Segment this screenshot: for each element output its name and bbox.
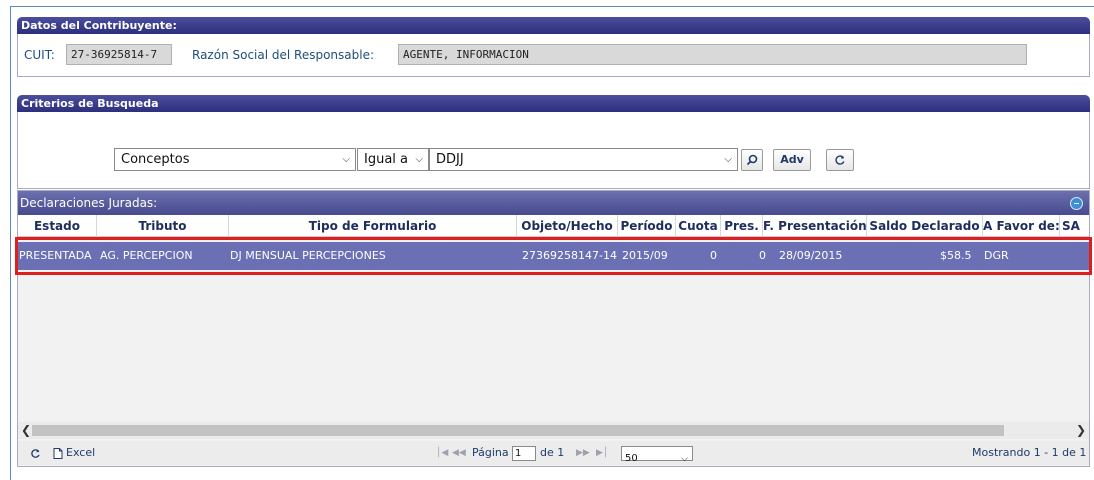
razon-social-field: AGENTE, INFORMACION [398,44,1027,65]
search-button[interactable] [741,149,763,171]
operator-select[interactable]: Igual a ⌵ [357,148,429,171]
excel-icon [53,448,63,459]
col-estado[interactable]: Estado [18,215,97,237]
scroll-right-icon[interactable]: ❯ [1076,422,1086,439]
cuit-field: 27-36925814-7 [66,44,172,65]
cell-periodo: 2015/09 [622,249,668,262]
records-summary: Mostrando 1 - 1 de 1 [972,446,1087,459]
cell-objeto: 27369258147-14 [522,249,617,262]
page-size-select[interactable]: 50 ⌵ [621,446,693,464]
refresh-icon[interactable] [30,448,41,459]
search-icon [746,154,758,166]
pagina-label: Página [472,446,509,459]
chevron-down-icon: ⌵ [415,154,423,165]
criterios-panel: Criterios de Busqueda Conceptos ⌵ Igual … [17,95,1090,189]
chevron-down-icon: ⌵ [342,154,350,165]
page-size-value: 50 [625,453,638,464]
contribuyente-panel-title: Datos del Contribuyente: [17,17,1090,34]
cell-estado: PRESENTADA [19,249,92,262]
horizontal-scrollbar[interactable]: ❮ ❯ [18,422,1089,439]
page-number-input[interactable]: 1 [512,446,536,461]
first-page-icon[interactable]: │◀ [436,441,448,465]
next-page-icon[interactable]: ▶▶ [576,441,590,465]
col-tributo[interactable]: Tributo [97,215,229,237]
grid-title: Declaraciones Juradas: [20,196,158,210]
col-fecha-presentacion[interactable]: F. Presentación [763,215,867,237]
value-select[interactable]: DDJJ ⌵ [429,148,738,171]
chevron-down-icon: ⌵ [724,154,732,165]
contribuyente-panel-body: CUIT: 27-36925814-7 Razón Social del Res… [17,34,1090,77]
frame-left-line [10,6,11,480]
cell-pres: 0 [759,249,766,262]
grid-title-bar: Declaraciones Juradas: [18,191,1089,215]
cell-tributo: AG. PERCEPCION [100,249,193,262]
prev-page-icon[interactable]: ◀◀ [452,441,466,465]
frame-top-line [10,6,1094,7]
col-tipo-formulario[interactable]: Tipo de Formulario [229,215,517,237]
chevron-down-icon: ⌵ [681,454,688,464]
razon-social-label: Razón Social del Responsable: [192,48,375,62]
grid-column-header: Estado Tributo Tipo de Formulario Objeto… [18,215,1089,237]
criterios-panel-body: Conceptos ⌵ Igual a ⌵ DDJJ ⌵ Adv [17,112,1090,189]
cell-fecha: 28/09/2015 [779,249,843,262]
cell-saldo: $58.5 [940,249,972,262]
criterios-panel-title: Criterios de Busqueda [17,95,1090,112]
declaraciones-grid: Declaraciones Juradas: Estado Tributo Ti… [17,190,1090,467]
field-select[interactable]: Conceptos ⌵ [114,148,356,171]
cell-cuota: 0 [710,249,717,262]
adv-button[interactable]: Adv [773,149,811,171]
cuit-label: CUIT: [24,48,55,62]
refresh-button[interactable] [826,149,854,171]
excel-export-link[interactable]: Excel [66,441,95,465]
col-sa[interactable]: SA [1060,215,1089,237]
cell-favor: DGR [984,249,1009,262]
scroll-left-icon[interactable]: ❮ [21,422,31,439]
value-select-value: DDJJ [436,152,464,167]
field-select-value: Conceptos [121,152,190,167]
table-row[interactable]: PRESENTADA AG. PERCEPCION DJ MENSUAL PER… [18,242,1089,270]
grid-footer: Excel │◀ ◀◀ Página 1 de 1 ▶▶ ▶│ 50 ⌵ Mos… [18,441,1089,465]
col-objeto-hecho[interactable]: Objeto/Hecho [517,215,618,237]
scrollbar-thumb[interactable] [32,425,1004,436]
col-periodo[interactable]: Período [618,215,676,237]
last-page-icon[interactable]: ▶│ [596,441,608,465]
col-cuota[interactable]: Cuota [676,215,721,237]
col-pres[interactable]: Pres. [721,215,763,237]
cell-tipo: DJ MENSUAL PERCEPCIONES [230,249,386,262]
collapse-icon[interactable] [1070,197,1083,210]
operator-select-value: Igual a [364,152,409,167]
contribuyente-panel: Datos del Contribuyente: CUIT: 27-369258… [17,17,1090,77]
col-a-favor-de[interactable]: A Favor de: [983,215,1060,237]
col-saldo-declarado[interactable]: Saldo Declarado [867,215,983,237]
page-count-label: de 1 [540,446,565,459]
refresh-icon [835,155,845,165]
